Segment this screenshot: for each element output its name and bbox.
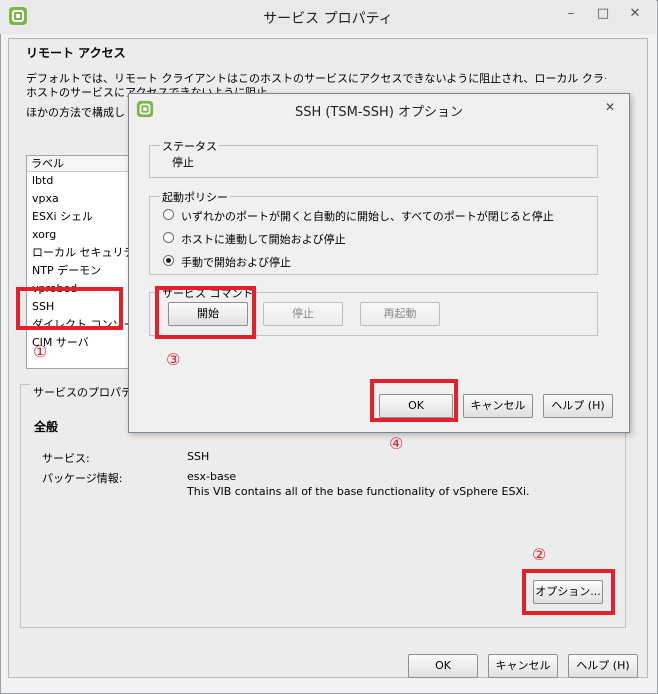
remote-access-description-line3: ほかの方法で構成し xyxy=(26,106,125,119)
radio-selected-dot xyxy=(166,258,171,263)
service-item-local-security[interactable]: ローカル セキュリティ xyxy=(27,244,133,262)
highlight-options-button xyxy=(522,569,615,615)
package-label: パッケージ情報: xyxy=(42,472,123,485)
service-value: SSH xyxy=(187,450,210,463)
status-legend: ステータス xyxy=(160,138,219,154)
stop-button[interactable]: 停止 xyxy=(263,302,343,326)
policy-radio-with-host[interactable] xyxy=(163,232,174,243)
list-header-label[interactable]: ラベル xyxy=(27,156,133,172)
startup-policy-legend: 起動ポリシー xyxy=(160,189,230,205)
dialog-title: SSH (TSM-SSH) オプション xyxy=(294,105,464,120)
package-description: This VIB contains all of the base functi… xyxy=(187,485,530,498)
step-2-marker: ② xyxy=(532,545,547,564)
policy-label-with-host[interactable]: ホストに連動して開始および停止 xyxy=(181,231,346,247)
step-1-marker: ① xyxy=(33,342,48,361)
restart-button[interactable]: 再起動 xyxy=(360,302,440,326)
cancel-button[interactable]: キャンセル xyxy=(488,654,558,678)
highlight-dialog-ok xyxy=(370,379,458,422)
policy-label-auto-ports[interactable]: いずれかのポートが開くと自動的に開始し、すべてのポートが閉じると停止 xyxy=(181,208,554,224)
step-4-marker: ④ xyxy=(389,434,404,453)
policy-radio-manual[interactable] xyxy=(163,255,174,266)
general-heading: 全般 xyxy=(34,420,59,434)
step-3-marker: ③ xyxy=(166,350,181,369)
dialog-cancel-button[interactable]: キャンセル xyxy=(463,394,533,418)
highlight-ssh-item xyxy=(16,287,123,330)
help-button[interactable]: ヘルプ (H) xyxy=(568,654,638,678)
close-button[interactable]: ✕ xyxy=(620,2,650,26)
service-item-esxi-shell[interactable]: ESXi シェル xyxy=(27,208,133,226)
maximize-button[interactable]: □ xyxy=(588,2,618,26)
dialog-close-button[interactable]: ✕ xyxy=(596,97,624,117)
service-item-xorg[interactable]: xorg xyxy=(27,226,133,244)
dialog-help-button[interactable]: ヘルプ (H) xyxy=(543,394,613,418)
package-value: esx-base xyxy=(187,470,237,483)
policy-label-manual[interactable]: 手動で開始および停止 xyxy=(181,254,291,270)
service-item-vpxa[interactable]: vpxa xyxy=(27,190,133,208)
minimize-button[interactable]: – xyxy=(556,2,586,26)
status-value: 停止 xyxy=(172,156,194,169)
highlight-start-button xyxy=(155,286,256,339)
remote-access-title: リモート アクセス xyxy=(26,46,126,60)
ok-button[interactable]: OK xyxy=(408,654,478,678)
service-item-ntp[interactable]: NTP デーモン xyxy=(27,262,133,280)
service-item-lbtd[interactable]: lbtd xyxy=(27,172,133,190)
policy-radio-auto-ports[interactable] xyxy=(163,209,174,220)
service-list[interactable]: ラベル lbtd vpxa ESXi シェル xorg ローカル セキュリティ … xyxy=(26,155,134,369)
service-label: サービス: xyxy=(42,452,90,465)
